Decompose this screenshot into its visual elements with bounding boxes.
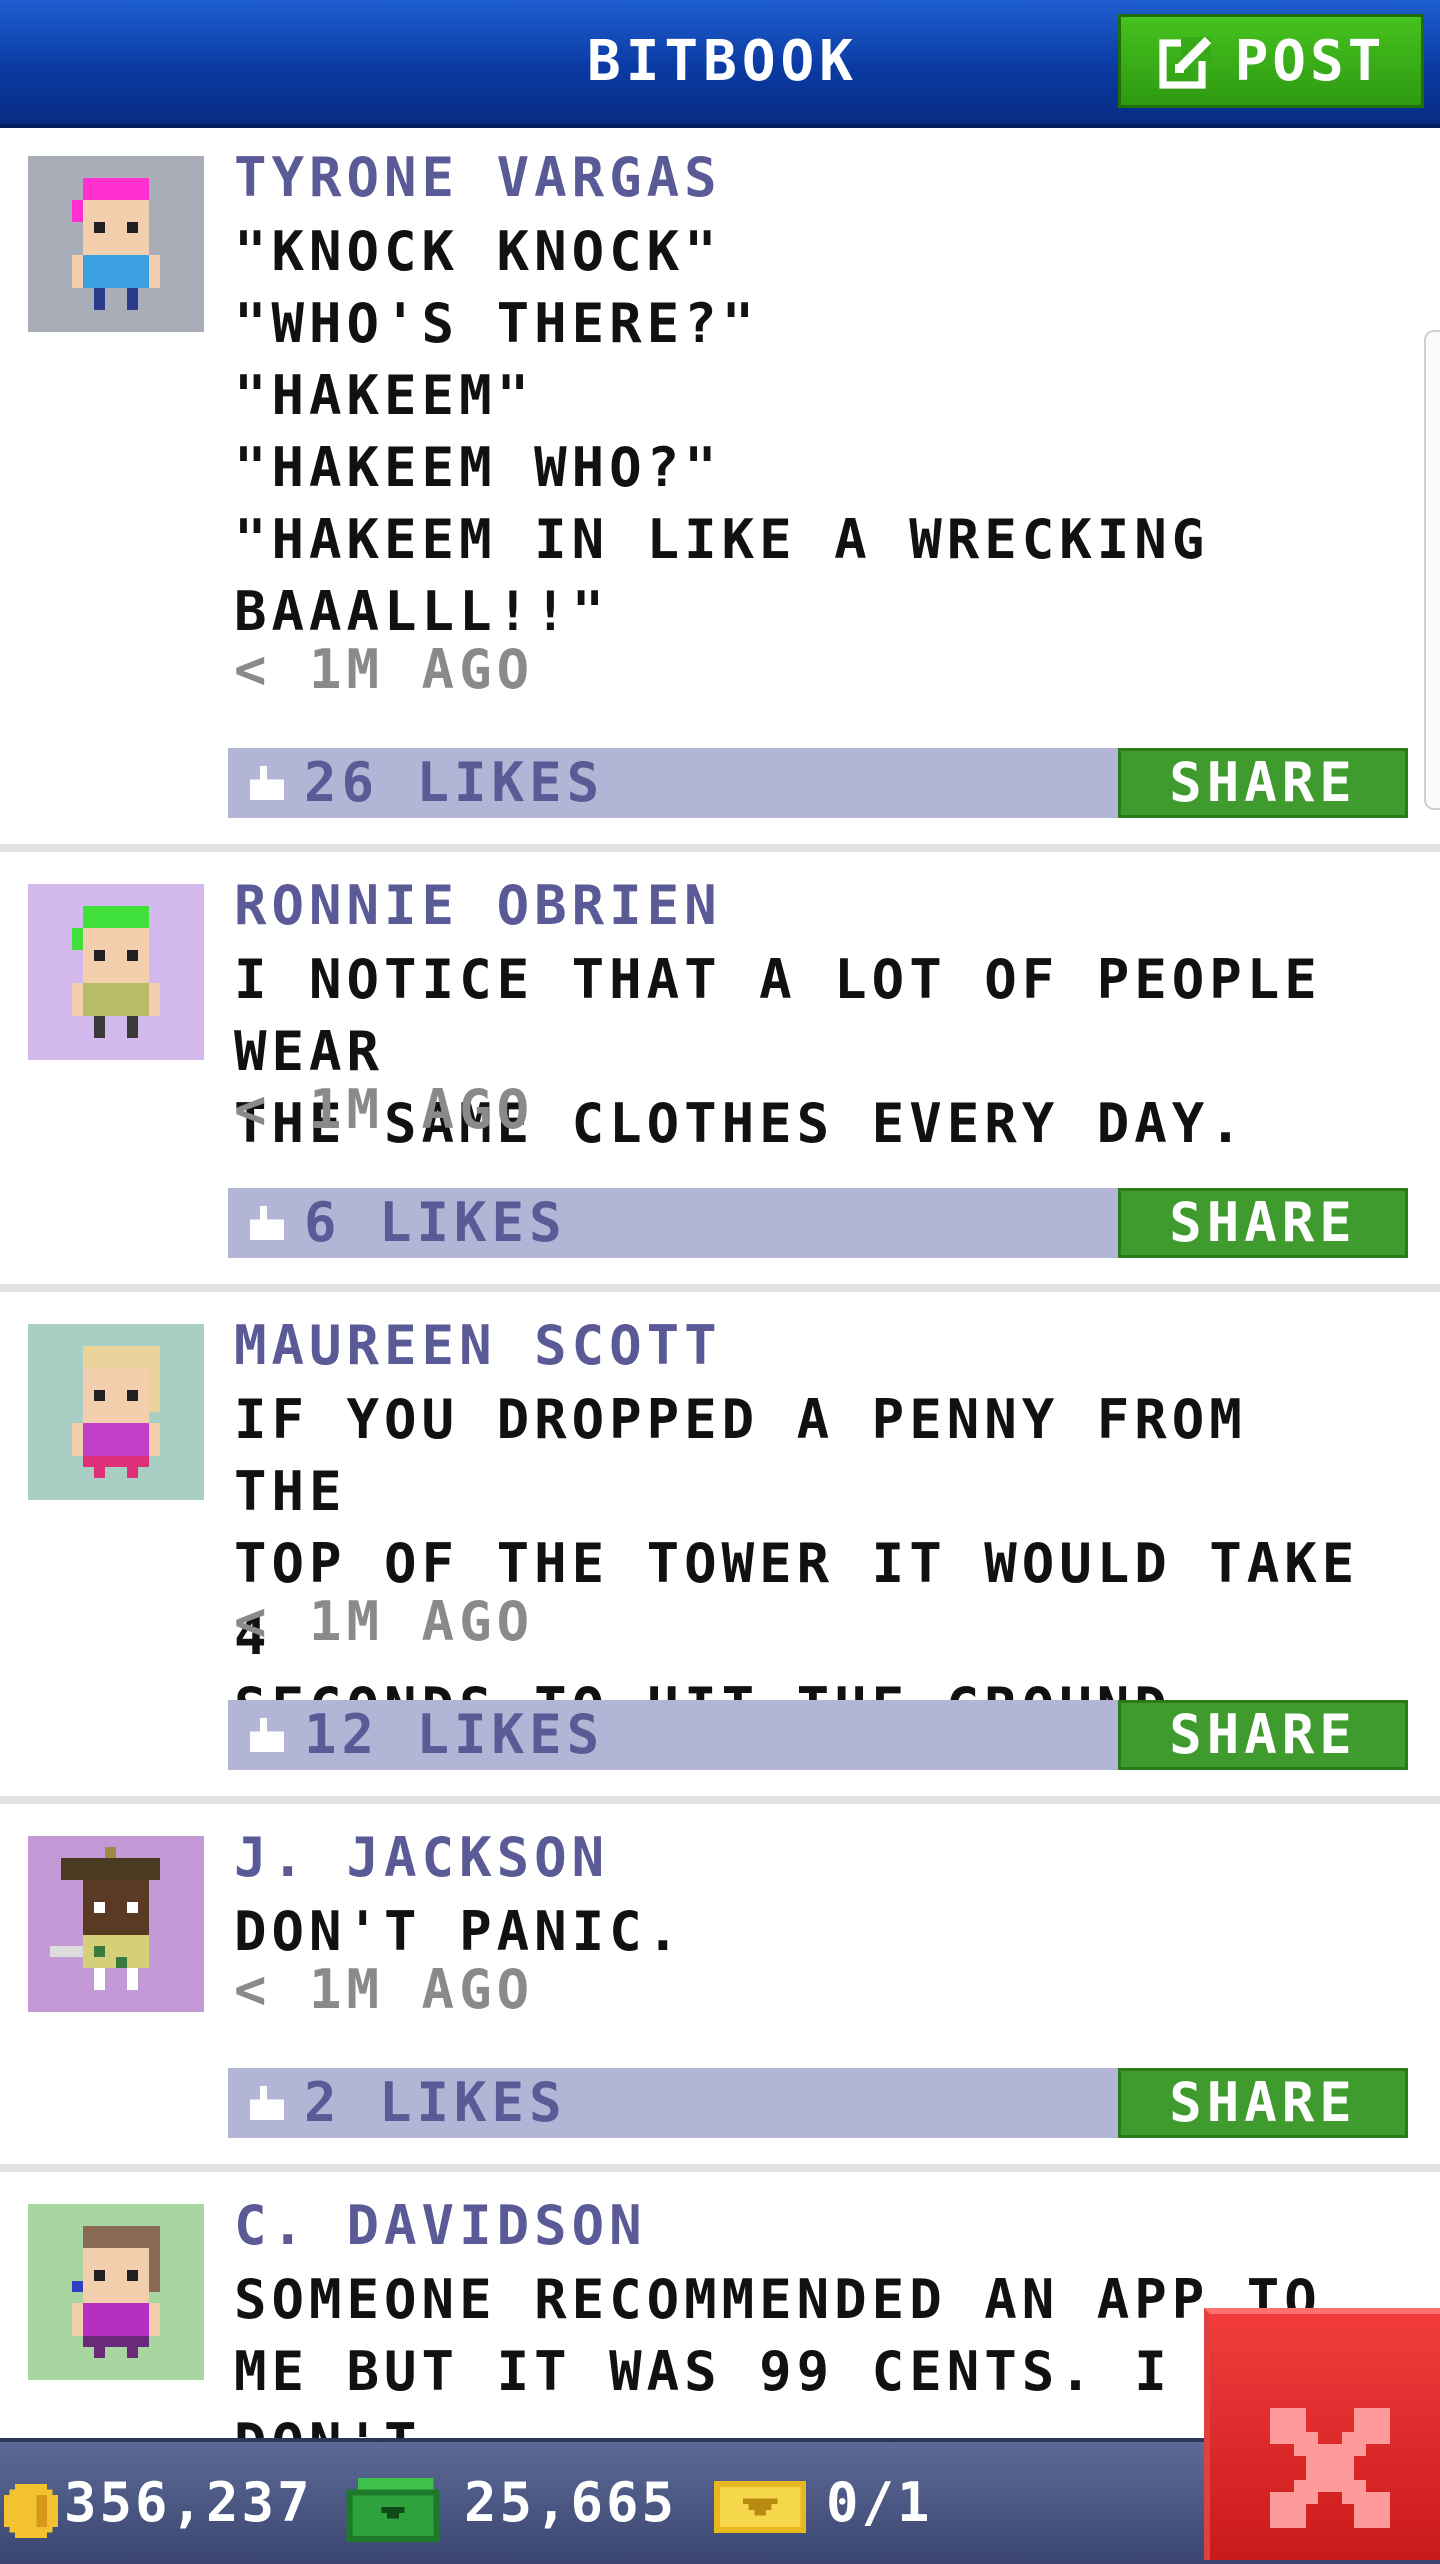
avatar[interactable]	[28, 156, 204, 332]
post-text: "KNOCK KNOCK" "WHO'S THERE?" "HAKEEM" "H…	[234, 220, 1210, 643]
bux-count: 25,665	[464, 2471, 678, 2534]
like-count: 26 LIKES	[304, 751, 605, 814]
like-icon[interactable]	[250, 766, 284, 800]
post-author[interactable]: C. DAVIDSON	[234, 2194, 647, 2257]
post-author[interactable]: J. JACKSON	[234, 1826, 609, 1889]
bux-icon	[346, 2478, 440, 2542]
share-button[interactable]: SHARE	[1118, 748, 1408, 818]
share-button[interactable]: SHARE	[1118, 2068, 1408, 2138]
like-bar: 12 LIKES SHARE	[228, 1700, 1408, 1770]
post-time: < 1M AGO	[234, 1590, 535, 1653]
scrollbar[interactable]	[1424, 330, 1440, 810]
post-button[interactable]: POST	[1118, 14, 1424, 108]
close-icon	[1270, 2408, 1390, 2528]
post-author[interactable]: MAUREEN SCOTT	[234, 1314, 722, 1377]
like-icon[interactable]	[250, 2086, 284, 2120]
ticket-count: 0/1	[826, 2471, 933, 2534]
share-button[interactable]: SHARE	[1118, 1188, 1408, 1258]
post-divider	[0, 1796, 1440, 1804]
share-button[interactable]: SHARE	[1118, 1700, 1408, 1770]
close-button[interactable]	[1204, 2308, 1440, 2560]
edit-icon	[1158, 36, 1211, 89]
post-divider	[0, 2164, 1440, 2172]
post-time: < 1M AGO	[234, 1958, 535, 2021]
app-header: BITBOOK POST	[0, 0, 1440, 128]
post-author[interactable]: RONNIE OBRIEN	[234, 874, 722, 937]
avatar[interactable]	[28, 2204, 204, 2380]
like-bar: 6 LIKES SHARE	[228, 1188, 1408, 1258]
avatar[interactable]	[28, 884, 204, 1060]
like-icon[interactable]	[250, 1206, 284, 1240]
post-time: < 1M AGO	[234, 638, 535, 701]
like-bar: 26 LIKES SHARE	[228, 748, 1408, 818]
like-count: 6 LIKES	[304, 1191, 567, 1254]
post-divider	[0, 844, 1440, 852]
post-time: < 1M AGO	[234, 1078, 535, 1141]
ticket-icon	[714, 2481, 806, 2533]
like-bar: 2 LIKES SHARE	[228, 2068, 1408, 2138]
coin-count: 356,237	[64, 2471, 313, 2534]
avatar[interactable]	[28, 1836, 204, 2012]
avatar[interactable]	[28, 1324, 204, 1500]
like-count: 2 LIKES	[304, 2071, 567, 2134]
post-button-label: POST	[1234, 28, 1386, 94]
post-divider	[0, 1284, 1440, 1292]
like-count: 12 LIKES	[304, 1703, 605, 1766]
coin-icon	[4, 2484, 58, 2538]
post-author[interactable]: TYRONE VARGAS	[234, 146, 722, 209]
like-icon[interactable]	[250, 1718, 284, 1752]
post-text: IF YOU DROPPED A PENNY FROM THE TOP OF T…	[234, 1388, 1360, 1739]
